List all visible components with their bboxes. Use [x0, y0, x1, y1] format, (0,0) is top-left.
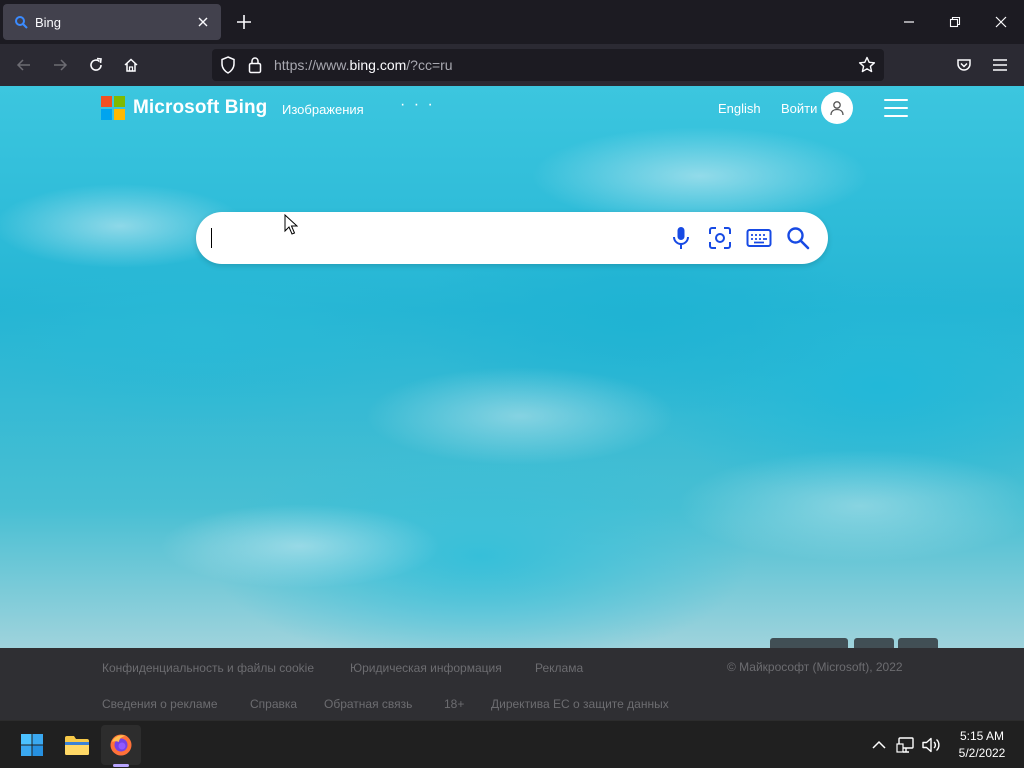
- tab-title: Bing: [35, 14, 62, 30]
- microsoft-logo-icon: [101, 96, 125, 120]
- page-footer: Конфиденциальность и файлы cookie Юридич…: [0, 648, 1024, 720]
- visual-search-icon[interactable]: [706, 224, 734, 252]
- url-bar[interactable]: https://www.bing.com/?cc=ru: [212, 49, 884, 81]
- minimize-icon[interactable]: [886, 0, 932, 44]
- system-clock[interactable]: 5:15 AM 5/2/2022: [950, 728, 1014, 762]
- logo-text: Microsoft Bing: [133, 97, 268, 118]
- search-input[interactable]: [210, 224, 650, 252]
- close-icon[interactable]: [193, 12, 213, 32]
- chevron-up-icon[interactable]: [869, 735, 889, 755]
- user-icon[interactable]: [821, 92, 853, 124]
- footer-link-feedback[interactable]: Обратная связь: [324, 697, 412, 711]
- footer-link-eu-privacy[interactable]: Директива ЕС о защите данных: [491, 697, 669, 711]
- restore-icon[interactable]: [932, 0, 978, 44]
- plus-icon[interactable]: [232, 10, 256, 34]
- pocket-icon[interactable]: [950, 51, 978, 79]
- firefox-icon[interactable]: [101, 725, 141, 765]
- footer-link-advertise[interactable]: Реклама: [535, 661, 583, 675]
- menu-icon[interactable]: [986, 51, 1014, 79]
- previous-image-tab[interactable]: [854, 638, 894, 648]
- bing-favicon-icon: [13, 14, 29, 30]
- footer-link-help[interactable]: Справка: [250, 697, 297, 711]
- bing-logo[interactable]: Microsoft Bing: [101, 96, 267, 120]
- image-info-tab[interactable]: [770, 638, 848, 648]
- close-window-icon[interactable]: [978, 0, 1024, 44]
- bing-homepage: Microsoft Bing Изображения · · · English…: [0, 86, 1024, 648]
- language-link[interactable]: English: [718, 101, 761, 116]
- url-text[interactable]: https://www.bing.com/?cc=ru: [274, 57, 453, 73]
- footer-link-about-ads[interactable]: Сведения о рекламе: [102, 697, 218, 711]
- next-image-tab[interactable]: [898, 638, 938, 648]
- star-icon[interactable]: [858, 56, 876, 79]
- forward-icon[interactable]: [46, 51, 74, 79]
- active-app-indicator: [113, 764, 129, 767]
- search-icon[interactable]: [784, 224, 812, 252]
- file-explorer-icon[interactable]: [57, 725, 97, 765]
- images-link[interactable]: Изображения: [282, 102, 364, 117]
- footer-link-privacy[interactable]: Конфиденциальность и файлы cookie: [102, 661, 314, 675]
- browser-tab-bing[interactable]: Bing: [3, 4, 221, 40]
- lock-icon[interactable]: [248, 56, 262, 79]
- signin-link[interactable]: Войти: [781, 101, 817, 116]
- shield-icon[interactable]: [220, 56, 236, 79]
- windows-start-icon[interactable]: [12, 725, 52, 765]
- more-options-button[interactable]: · · ·: [400, 96, 435, 114]
- footer-copyright: © Майкрософт (Microsoft), 2022: [727, 660, 903, 674]
- footer-link-18plus[interactable]: 18+: [444, 697, 464, 711]
- back-icon[interactable]: [10, 51, 38, 79]
- windows-taskbar: 5:15 AM 5/2/2022: [0, 720, 1024, 768]
- home-icon[interactable]: [117, 51, 145, 79]
- hamburger-icon[interactable]: [884, 99, 908, 117]
- clock-date: 5/2/2022: [958, 746, 1006, 760]
- navigation-toolbar: https://www.bing.com/?cc=ru: [0, 44, 1024, 86]
- clock-time: 5:15 AM: [959, 729, 1005, 743]
- volume-icon[interactable]: [921, 735, 941, 755]
- reload-icon[interactable]: [82, 51, 110, 79]
- tab-strip: Bing: [0, 0, 1024, 44]
- microphone-icon[interactable]: [667, 224, 695, 252]
- footer-link-legal[interactable]: Юридическая информация: [350, 661, 502, 675]
- keyboard-icon[interactable]: [745, 224, 773, 252]
- network-icon[interactable]: [896, 735, 916, 755]
- mouse-cursor-icon: [284, 214, 298, 235]
- text-caret: [211, 228, 212, 248]
